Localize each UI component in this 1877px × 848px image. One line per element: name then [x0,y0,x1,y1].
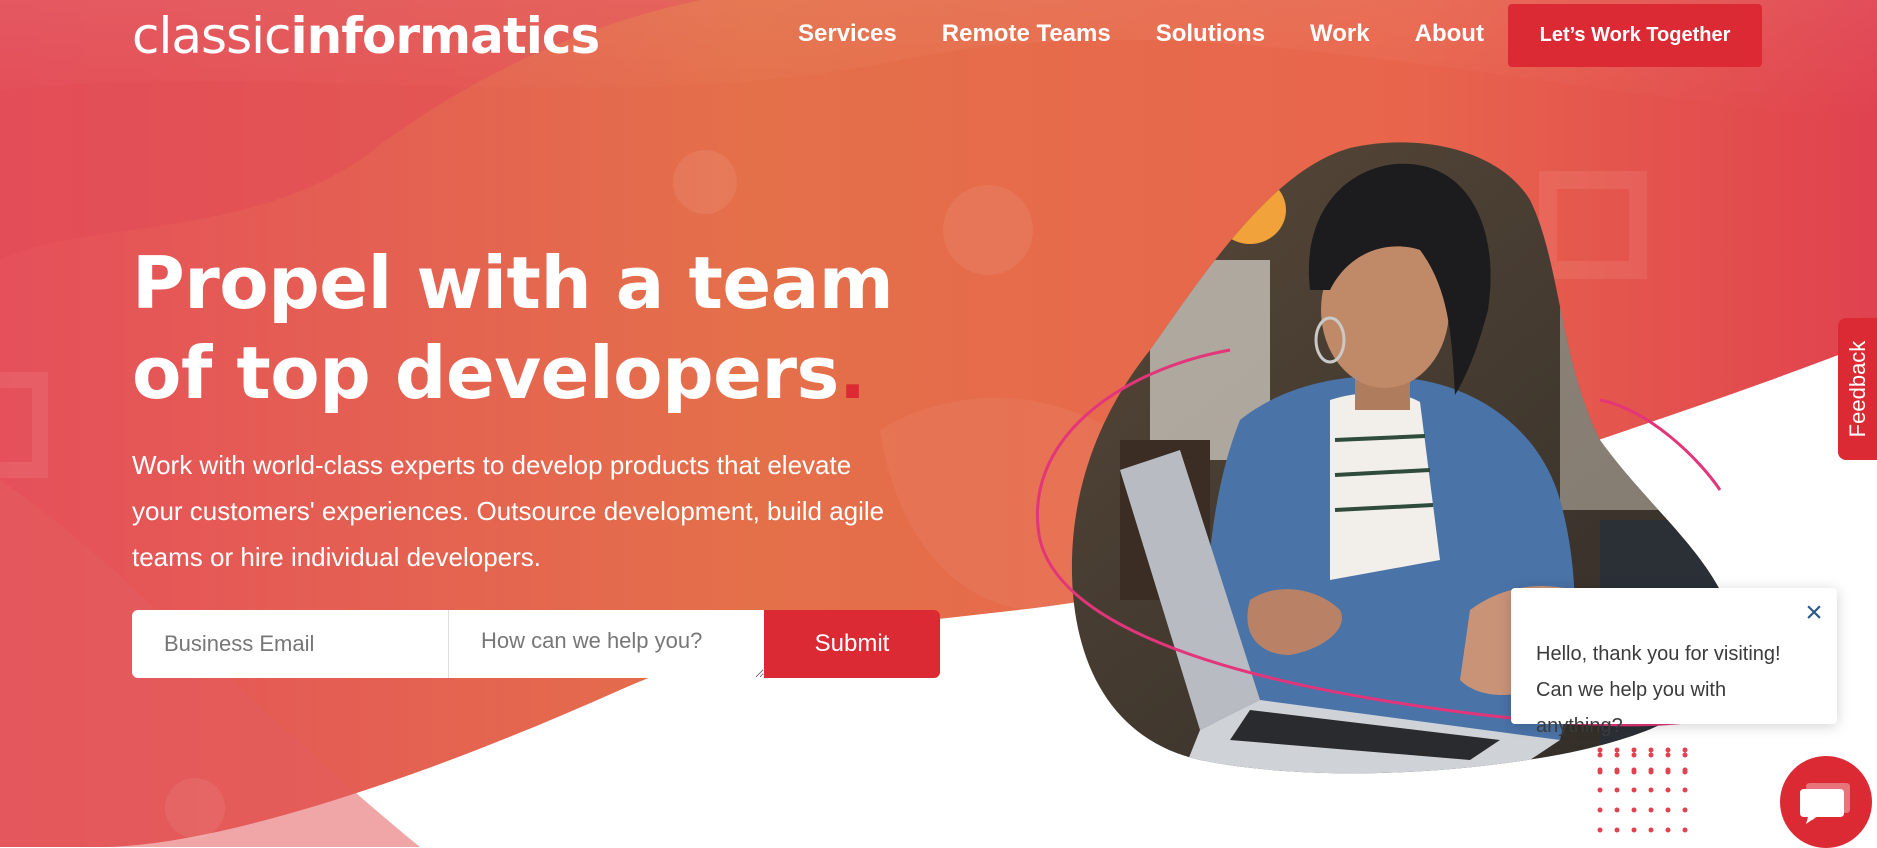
chat-greeting-message: Hello, thank you for visiting! Can we he… [1536,643,1781,737]
hero-title: Propel with a team of top developers. [132,238,894,418]
hero-description: Work with world-class experts to develop… [132,450,885,572]
logo-text-bold: informatics [290,7,601,65]
contact-form: Submit [132,610,940,678]
nav-item-solutions[interactable]: Solutions [1156,18,1265,50]
close-icon[interactable]: × [1801,598,1827,628]
decorative-dots [1597,747,1688,833]
help-message-input[interactable] [448,610,764,678]
nav-item-about[interactable]: About [1415,18,1484,50]
chat-greeting-bubble: × Hello, thank you for visiting! Can we … [1511,588,1837,737]
lets-work-together-button[interactable]: Let’s Work Together [1508,4,1762,67]
brand-logo[interactable]: classicinformatics [132,7,601,65]
hero-title-line-2: of top developers. [132,328,893,418]
main-nav: Services Remote Teams Solutions Work Abo… [798,18,1529,50]
nav-item-remote-teams[interactable]: Remote Teams [942,18,1111,50]
nav-item-work[interactable]: Work [1310,18,1370,50]
logo-text-light: classic [132,7,292,65]
feedback-tab[interactable]: Feedback [1838,318,1877,460]
hero-title-dot: . [838,331,866,415]
nav-item-services[interactable]: Services [798,18,897,50]
submit-button[interactable]: Submit [764,610,940,678]
chat-icon [1800,783,1850,824]
hero-title-line-1: Propel with a team [132,241,894,325]
hero-title-line-2-text: of top developers [132,331,839,415]
feedback-label: Feedback [1844,340,1870,438]
business-email-input[interactable] [132,610,448,678]
chat-launcher-button[interactable] [1780,756,1872,848]
